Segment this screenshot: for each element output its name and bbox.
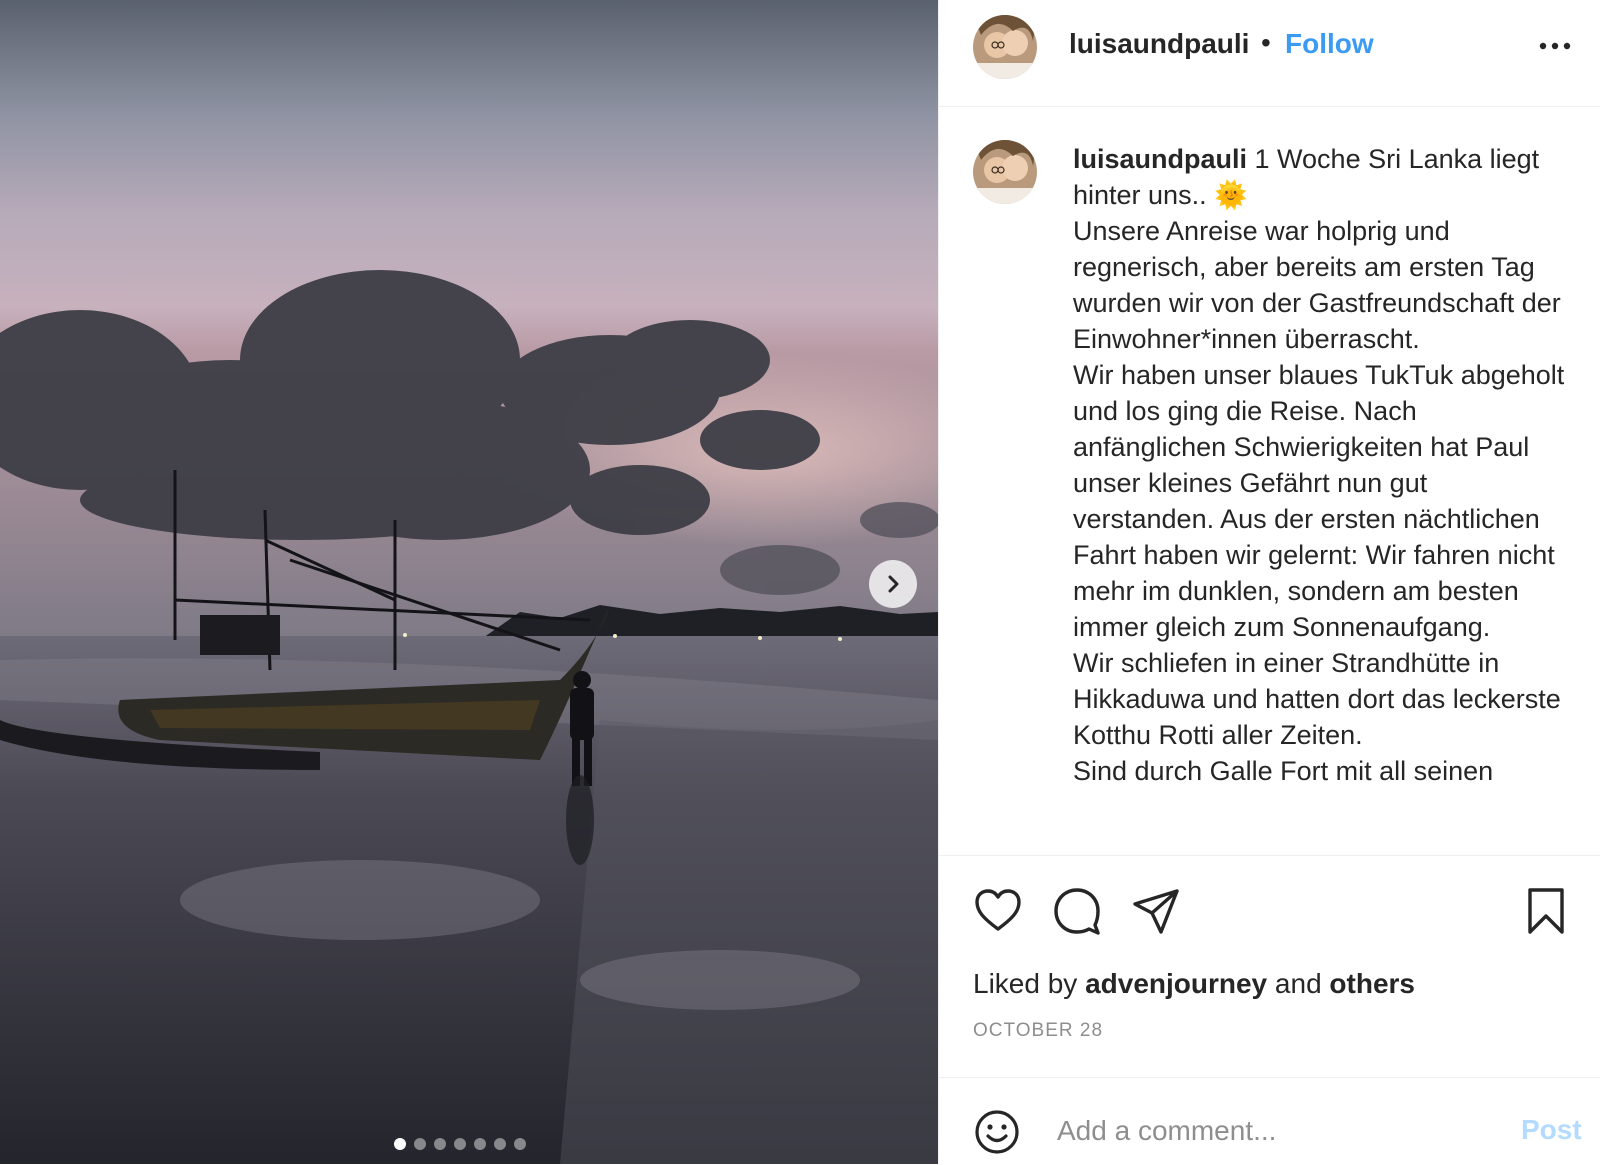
carousel-dot	[434, 1138, 446, 1150]
comment-input[interactable]	[1055, 1108, 1479, 1154]
post-header: luisaundpauli • Follow	[939, 0, 1600, 107]
carousel-dot	[414, 1138, 426, 1150]
carousel-indicator	[394, 1138, 526, 1150]
carousel-dot	[494, 1138, 506, 1150]
carousel-next-button[interactable]	[869, 560, 917, 608]
avatar-image	[973, 15, 1037, 79]
post-date[interactable]: OCTOBER 28	[973, 1020, 1103, 1042]
comment-button[interactable]	[1052, 886, 1102, 936]
liked-by-user[interactable]: advenjourney	[1085, 968, 1267, 999]
likes-prefix: Liked by	[973, 968, 1086, 999]
caption-body: 1 Woche Sri Lanka liegt hinter uns.. 🌞 U…	[1073, 144, 1565, 786]
more-options-button[interactable]	[1535, 32, 1575, 60]
carousel-dot	[514, 1138, 526, 1150]
avatar[interactable]	[973, 15, 1037, 79]
bookmark-icon	[1528, 888, 1564, 934]
beach-sunset-photo	[0, 0, 938, 1164]
carousel-dot	[454, 1138, 466, 1150]
paper-plane-icon	[1133, 889, 1179, 934]
avatar[interactable]	[973, 140, 1037, 204]
liked-by-others-link[interactable]: others	[1329, 968, 1415, 999]
heart-icon	[975, 889, 1021, 931]
likes-summary: Liked by advenjourney and others	[973, 968, 1415, 1000]
share-button[interactable]	[1131, 886, 1181, 936]
caption-text: luisaundpauli 1 Woche Sri Lanka liegt hi…	[1073, 141, 1573, 789]
follow-button[interactable]: Follow	[1285, 28, 1374, 60]
action-bar	[939, 855, 1600, 938]
chevron-right-icon	[888, 575, 899, 593]
separator-dot: •	[1261, 27, 1271, 58]
carousel-dot	[474, 1138, 486, 1150]
post-username[interactable]: luisaundpauli	[1069, 28, 1249, 60]
post-comment-button[interactable]: Post	[1521, 1114, 1582, 1146]
more-options-icon	[1539, 42, 1571, 50]
caption-username[interactable]: luisaundpauli	[1073, 144, 1247, 174]
avatar-image	[973, 140, 1037, 204]
post-details-panel: luisaundpauli • Follow luisaundpauli 1 W…	[938, 0, 1600, 1164]
likes-middle: and	[1267, 968, 1330, 999]
caption-section[interactable]: luisaundpauli 1 Woche Sri Lanka liegt hi…	[939, 107, 1600, 854]
emoji-button[interactable]	[973, 1108, 1021, 1156]
comment-icon	[1054, 888, 1100, 935]
save-button[interactable]	[1521, 886, 1571, 936]
smiley-icon	[975, 1110, 1019, 1154]
comment-bar: Post	[939, 1077, 1600, 1165]
like-button[interactable]	[973, 886, 1023, 936]
post-photo[interactable]	[0, 0, 938, 1164]
carousel-dot	[394, 1138, 406, 1150]
